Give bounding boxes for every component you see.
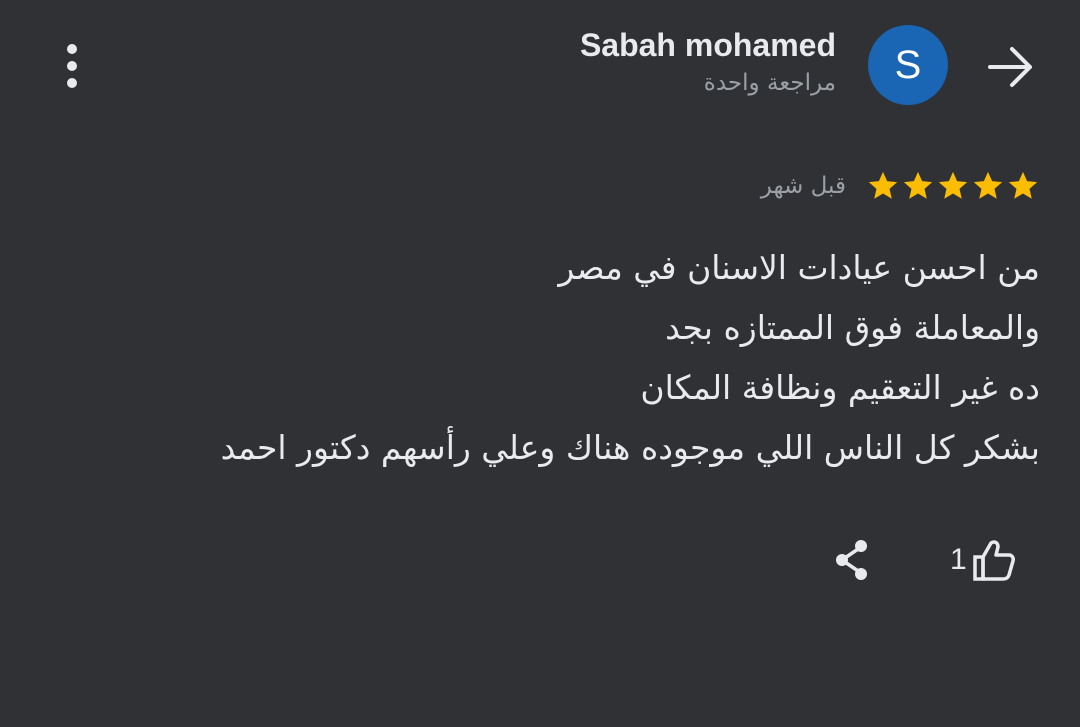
user-review-count: مراجعة واحدة — [703, 70, 836, 96]
arrow-forward-icon — [988, 47, 1032, 87]
rating-row: قبل شهر — [761, 166, 1040, 206]
star-icon — [903, 171, 933, 199]
star-icon — [868, 171, 898, 199]
star-icon — [938, 171, 968, 199]
user-name[interactable]: Sabah mohamed — [580, 24, 836, 66]
star-icon — [1008, 171, 1038, 199]
review-line: ده غير التعقيم ونظافة المكان — [640, 368, 1040, 407]
review-line: والمعاملة فوق الممتازه بجد — [665, 308, 1040, 347]
back-button[interactable] — [984, 40, 1038, 94]
review-line: من احسن عيادات الاسنان في مصر — [558, 248, 1040, 287]
like-button[interactable]: 1 — [950, 530, 1017, 590]
review-line: بشكر كل الناس اللي موجوده هناك وعلي رأسه… — [220, 428, 1040, 467]
user-info: Sabah mohamed مراجعة واحدة — [580, 24, 836, 100]
thumb-up-icon — [972, 540, 1015, 581]
share-icon — [836, 540, 867, 580]
more-vert-dot — [67, 61, 77, 71]
like-count: 1 — [950, 543, 967, 576]
more-options-button[interactable] — [52, 40, 92, 92]
star-icon — [973, 171, 1003, 199]
share-button[interactable] — [826, 534, 878, 586]
star-rating — [866, 169, 1040, 203]
avatar[interactable]: S — [868, 25, 948, 105]
review-text: من احسن عيادات الاسنان في مصر والمعاملة … — [221, 238, 1040, 478]
more-vert-icon — [67, 44, 77, 54]
review-time: قبل شهر — [760, 173, 846, 199]
more-vert-dot — [67, 78, 77, 88]
